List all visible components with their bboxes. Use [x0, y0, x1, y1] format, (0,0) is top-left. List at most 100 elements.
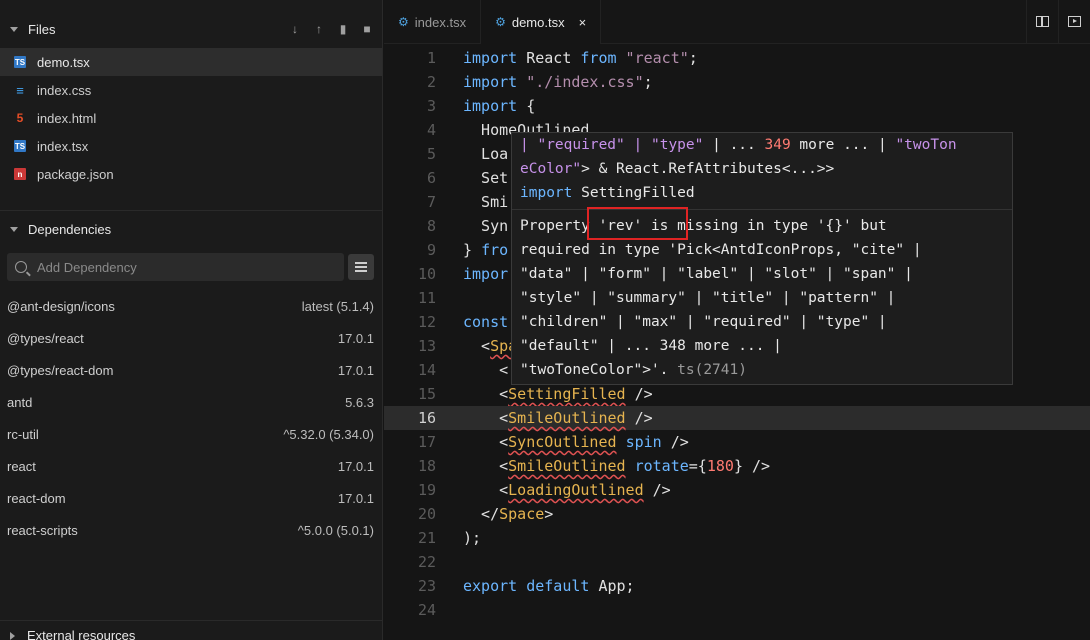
code-text: <: [463, 361, 509, 379]
code-token: "react": [616, 49, 689, 67]
code-token: SettingFilled: [508, 385, 626, 403]
line-number: 13: [417, 337, 436, 355]
files-actions: ↓ ↑ ▮ ■: [288, 22, 374, 36]
code-text: <SettingFilled />: [463, 382, 653, 406]
split-view-icon: [1036, 16, 1049, 27]
hover-tooltip: | "required" | "type" | ... 349 more ...…: [511, 132, 1013, 385]
new-folder-icon[interactable]: ■: [360, 22, 374, 36]
code-token: spin: [625, 433, 662, 451]
code-line: 17 <SyncOutlined spin />: [384, 430, 1090, 454]
code-text: <Spa: [463, 334, 517, 358]
dependency-item[interactable]: react-scripts ^5.0.0 (5.0.1): [0, 514, 382, 546]
code-token: <: [463, 385, 509, 403]
dependencies-section-header[interactable]: Dependencies: [0, 211, 382, 247]
code-token: Space: [499, 505, 545, 523]
file-item-package-json[interactable]: n package.json: [0, 160, 382, 188]
line-number: 4: [426, 121, 436, 139]
files-section-header[interactable]: Files ↓ ↑ ▮ ■: [0, 14, 382, 44]
code-text: <LoadingOutlined />: [463, 478, 671, 502]
line-number: 17: [417, 433, 436, 451]
line-number: 11: [417, 289, 436, 307]
code-token: | ...: [703, 137, 765, 153]
dependency-version: 17.0.1: [337, 490, 374, 506]
dependency-version: 5.6.3: [345, 394, 374, 410]
react-icon: ⚙: [495, 15, 506, 29]
line-number: 23: [417, 577, 436, 595]
dependency-menu-button[interactable]: [348, 254, 374, 280]
dependency-version: latest (5.1.4): [301, 298, 374, 314]
code-text: import "./index.css";: [463, 70, 653, 94]
dependency-item[interactable]: react 17.0.1: [0, 450, 382, 482]
menu-line: [355, 270, 367, 272]
code-token: export: [463, 577, 518, 595]
code-token: import: [463, 73, 518, 91]
error-line: "data" | "form" | "label" | "slot" | "sp…: [520, 266, 913, 282]
code-token: "./index.css": [517, 73, 644, 91]
code-text: </Space>: [463, 502, 553, 526]
file-item-index-css[interactable]: ≡ index.css: [0, 76, 382, 104]
dependency-item[interactable]: @types/react 17.0.1: [0, 322, 382, 354]
code-line: 21);: [384, 526, 1090, 550]
code-text: import {: [463, 94, 535, 118]
expand-caret-icon[interactable]: [10, 631, 15, 640]
file-item-index-tsx[interactable]: TS index.tsx: [0, 132, 382, 160]
tab-demo-tsx[interactable]: ⚙ demo.tsx ×: [481, 0, 602, 44]
file-name: index.css: [37, 82, 92, 98]
dependency-item[interactable]: react-dom 17.0.1: [0, 482, 382, 514]
dependency-version: 17.0.1: [337, 458, 374, 474]
file-item-demo-tsx[interactable]: TS demo.tsx: [0, 48, 382, 76]
sidebar: Files ↓ ↑ ▮ ■ TS demo.tsx ≡ index.css 5 …: [0, 0, 383, 640]
external-resources-header[interactable]: External resources: [0, 620, 383, 640]
code-text: const: [463, 313, 509, 331]
dependency-version: ^5.0.0 (5.0.1): [297, 522, 374, 538]
dependency-item[interactable]: antd 5.6.3: [0, 386, 382, 418]
code-text: impor: [463, 265, 509, 283]
code-token: |: [520, 137, 538, 153]
dependency-version: ^5.32.0 (5.34.0): [283, 426, 374, 442]
npm-file-icon: n: [14, 168, 26, 180]
download-icon[interactable]: ↓: [288, 22, 302, 36]
code-token: }: [463, 241, 482, 259]
code-line-current[interactable]: 16 <SmileOutlined />: [384, 406, 1090, 430]
split-view-button[interactable]: [1026, 0, 1058, 44]
dependency-name: @types/react-dom: [7, 362, 114, 378]
line-number: 2: [426, 73, 436, 91]
code-token: >: [544, 505, 554, 523]
add-dependency-input[interactable]: Add Dependency: [7, 253, 344, 281]
code-text: <SyncOutlined spin />: [463, 430, 689, 454]
dependency-item[interactable]: rc-util ^5.32.0 (5.34.0): [0, 418, 382, 450]
collapse-caret-icon[interactable]: [10, 26, 18, 32]
code-token: </: [463, 505, 500, 523]
close-icon[interactable]: ×: [579, 15, 587, 30]
upload-icon[interactable]: ↑: [312, 22, 326, 36]
collapse-caret-icon[interactable]: [10, 226, 18, 232]
line-number: 19: [417, 481, 436, 499]
react-icon: ⚙: [398, 15, 409, 29]
dependency-item[interactable]: @ant-design/icons latest (5.1.4): [0, 290, 382, 322]
code-text: Smi: [463, 193, 509, 211]
code-line: 20 </Space>: [384, 502, 1090, 526]
tab-index-tsx[interactable]: ⚙ index.tsx: [384, 0, 482, 44]
code-text: );: [463, 529, 482, 547]
code-text: Loa: [463, 145, 509, 163]
dependency-name: antd: [7, 394, 33, 410]
menu-line: [355, 266, 367, 268]
file-name: package.json: [37, 166, 114, 182]
line-number: 20: [417, 505, 436, 523]
annotation-highlight-box: [587, 207, 688, 240]
code-token: ;: [643, 73, 653, 91]
line-number: 18: [417, 457, 436, 475]
code-line: 2 import "./index.css";: [384, 70, 1090, 94]
code-token: default: [526, 577, 590, 595]
menu-line: [355, 262, 367, 264]
new-file-icon[interactable]: ▮: [336, 22, 350, 36]
code-text: <SmileOutlined />: [463, 406, 653, 430]
code-token: import: [463, 49, 518, 67]
file-item-index-html[interactable]: 5 index.html: [0, 104, 382, 132]
code-token: eColor": [520, 161, 582, 177]
code-line: 23 export default App;: [384, 574, 1090, 598]
dependency-item[interactable]: @types/react-dom 17.0.1: [0, 354, 382, 386]
preview-button[interactable]: [1058, 0, 1090, 44]
code-token: from: [580, 49, 617, 67]
